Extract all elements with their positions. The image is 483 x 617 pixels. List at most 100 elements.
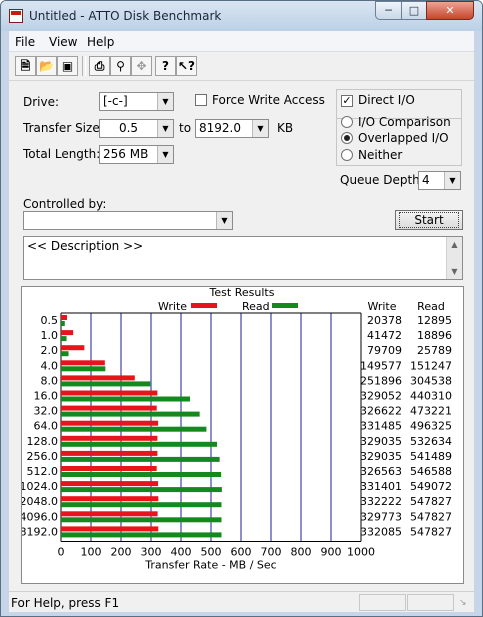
app-icon[interactable] (9, 9, 23, 23)
drive-label: Drive: (23, 95, 60, 109)
y-tick-label: 8.0 (41, 374, 59, 387)
x-tick-label: 400 (171, 546, 192, 559)
menu-help[interactable]: Help (87, 35, 114, 49)
read-bar (61, 487, 222, 493)
x-tick-label: 500 (201, 546, 222, 559)
kb-label: KB (277, 121, 294, 135)
read-value: 496325 (410, 420, 452, 433)
context-help-icon: ↖? (177, 59, 195, 73)
write-bar (61, 435, 158, 441)
open-button[interactable]: 📂 (36, 56, 57, 76)
force-write-checkbox[interactable] (195, 94, 207, 106)
controlled-by-label: Controlled by: (23, 197, 107, 211)
read-value: 473221 (410, 405, 452, 418)
read-bar (61, 366, 106, 372)
write-bar (61, 496, 159, 502)
write-bar (61, 526, 159, 532)
write-value: 20378 (367, 314, 402, 327)
chevron-down-icon[interactable]: ▼ (157, 146, 173, 163)
chevron-down-icon[interactable]: ▼ (157, 93, 173, 110)
chevron-down-icon[interactable]: ▼ (157, 120, 173, 137)
read-bar (61, 532, 222, 538)
scroll-down-icon[interactable]: ▼ (447, 264, 462, 279)
status-text: For Help, press F1 (11, 596, 120, 610)
new-icon: 🗎 (20, 59, 31, 73)
maximize-button[interactable]: □ (401, 1, 427, 20)
write-bar (61, 450, 158, 456)
description-box[interactable]: << Description >> ▲ ▼ (23, 236, 463, 280)
read-bar (61, 411, 200, 417)
save-button[interactable]: ▣ (57, 56, 78, 76)
write-value: 329052 (360, 390, 402, 403)
print-preview-button[interactable]: ⚲ (110, 56, 131, 76)
write-value: 331485 (360, 420, 402, 433)
status-pane (407, 594, 454, 611)
title-bar[interactable]: Untitled - ATTO Disk Benchmark ─ □ ✕ (1, 1, 482, 31)
menu-bar: File View Help (9, 31, 474, 52)
move-button[interactable]: ✥ (131, 56, 152, 76)
drive-select[interactable]: [-c-] ▼ (99, 92, 174, 111)
legend-write-label: Write (158, 300, 187, 313)
y-tick-label: 1.0 (41, 329, 59, 342)
write-value: 326622 (360, 405, 402, 418)
read-value: 440310 (410, 390, 452, 403)
io-comparison-radio[interactable] (341, 116, 353, 128)
scroll-up-icon[interactable]: ▲ (447, 237, 462, 252)
client-area: File View Help 🗎 📂 ▣ ⎙ ⚲ ✥ ? ↖? Drive: [… (9, 31, 474, 612)
resize-grip-icon[interactable]: ↘ (459, 598, 467, 608)
read-bar (61, 336, 67, 342)
start-button[interactable]: Start (395, 210, 463, 230)
queue-depth-select[interactable]: 4 ▼ (418, 171, 461, 190)
test-results-panel: Test Results Write Read Write Read 0 100 200 300… (20, 286, 464, 584)
minimize-icon: ─ (385, 4, 392, 17)
transfer-size-from-select[interactable]: 0.5 ▼ (99, 119, 174, 138)
read-bar (61, 321, 65, 326)
y-tick-label: 1024.0 (22, 480, 58, 493)
y-tick-label: 64.0 (34, 420, 59, 433)
status-bar: For Help, press F1 ↘ (9, 591, 474, 612)
toolbar-separator (82, 56, 86, 76)
controlled-by-select[interactable]: ▼ (23, 211, 233, 230)
read-bar (61, 502, 222, 508)
read-bar (61, 426, 207, 432)
read-bar (61, 396, 190, 402)
x-tick-label: 800 (291, 546, 312, 559)
y-tick-label: 2.0 (41, 344, 59, 357)
new-button[interactable]: 🗎 (15, 56, 36, 76)
print-preview-icon: ⚲ (116, 59, 125, 73)
queue-depth-value: 4 (422, 173, 430, 187)
transfer-size-to-select[interactable]: 8192.0 ▼ (195, 119, 269, 138)
y-tick-label: 2048.0 (22, 495, 58, 508)
print-button[interactable]: ⎙ (89, 56, 110, 76)
read-value: 547827 (410, 510, 452, 523)
y-tick-label: 512.0 (27, 465, 59, 478)
read-bar (61, 517, 222, 523)
description-scrollbar[interactable]: ▲ ▼ (446, 237, 462, 279)
save-icon: ▣ (61, 59, 74, 73)
total-length-select[interactable]: 256 MB ▼ (99, 145, 174, 164)
menu-file[interactable]: File (15, 35, 35, 49)
chevron-down-icon[interactable]: ▼ (252, 120, 268, 137)
write-value: 332222 (360, 495, 402, 508)
write-bar (61, 345, 85, 351)
minimize-button[interactable]: ─ (375, 1, 402, 20)
read-value: 25789 (417, 344, 452, 357)
neither-radio[interactable] (341, 149, 353, 161)
write-value: 149577 (360, 359, 402, 372)
context-help-button[interactable]: ↖? (176, 56, 197, 76)
overlapped-io-radio[interactable] (341, 132, 353, 144)
chevron-down-icon[interactable]: ▼ (216, 212, 232, 229)
write-value: 332085 (360, 525, 402, 538)
chevron-down-icon[interactable]: ▼ (444, 172, 460, 189)
menu-view[interactable]: View (49, 35, 77, 49)
y-tick-label: 256.0 (27, 450, 59, 463)
legend-read-swatch (272, 303, 298, 308)
checkmark-icon: ✓ (342, 94, 352, 107)
close-button[interactable]: ✕ (426, 1, 474, 20)
write-value: 326563 (360, 465, 402, 478)
legend-write-swatch (191, 303, 217, 308)
direct-io-checkbox[interactable]: ✓ (341, 95, 353, 107)
help-button[interactable]: ? (155, 56, 176, 76)
drive-value: [-c-] (103, 94, 128, 108)
x-tick-label: 700 (261, 546, 282, 559)
